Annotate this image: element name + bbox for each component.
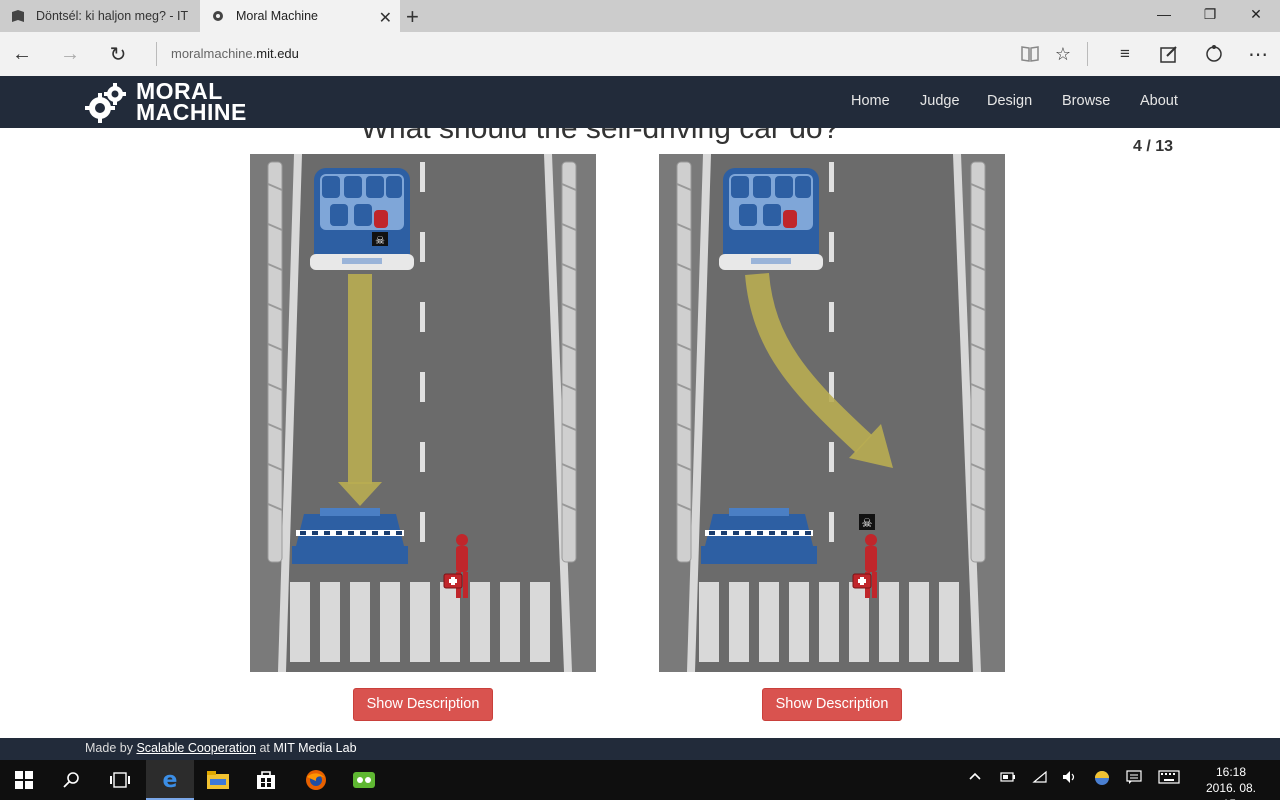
scenario-left[interactable]: ☠ bbox=[250, 154, 596, 672]
nav-design[interactable]: Design bbox=[987, 93, 1032, 109]
footer-text: Made by Scalable Cooperation at MIT Medi… bbox=[85, 741, 357, 755]
nav-about[interactable]: About bbox=[1140, 93, 1178, 109]
hub-icon[interactable]: ≡ bbox=[1113, 42, 1137, 66]
battery-icon[interactable] bbox=[1000, 770, 1016, 787]
scenario-right[interactable]: ☠ bbox=[659, 154, 1005, 672]
taskbar: e 16:18 2016. 08. 15. bbox=[0, 760, 1280, 811]
show-hidden-icons-icon[interactable] bbox=[968, 770, 982, 787]
divider bbox=[1087, 42, 1088, 66]
share-icon[interactable] bbox=[1202, 42, 1226, 66]
game-app-icon[interactable] bbox=[340, 760, 388, 800]
clock-date: 2016. 08. 15. bbox=[1205, 781, 1257, 811]
back-icon[interactable]: ← bbox=[10, 42, 34, 66]
book-icon bbox=[10, 8, 26, 24]
footer-made-by: Made by bbox=[85, 741, 133, 755]
firefox-icon[interactable] bbox=[292, 760, 340, 800]
keyboard-icon[interactable] bbox=[1158, 770, 1180, 787]
forward-icon[interactable]: → bbox=[58, 42, 82, 66]
system-clock[interactable]: 16:18 2016. 08. 15. bbox=[1196, 764, 1266, 812]
favorite-star-icon[interactable]: ☆ bbox=[1051, 42, 1075, 66]
tab-title: Döntsél: ki haljon meg? - IT bbox=[36, 9, 189, 23]
nav-browse[interactable]: Browse bbox=[1062, 93, 1110, 109]
task-view-icon[interactable] bbox=[96, 760, 144, 800]
store-icon[interactable] bbox=[242, 760, 290, 800]
footer-at: at bbox=[259, 741, 270, 755]
more-icon[interactable]: ⋯ bbox=[1246, 42, 1270, 66]
footer-lab-link[interactable]: MIT Media Lab bbox=[273, 741, 356, 755]
divider bbox=[156, 42, 157, 66]
action-center-icon[interactable] bbox=[1126, 770, 1142, 787]
svg-text:☠: ☠ bbox=[375, 234, 385, 247]
address-field[interactable]: moralmachine.mit.edu bbox=[171, 46, 299, 61]
edge-browser-icon[interactable]: e bbox=[146, 760, 194, 800]
nav-judge[interactable]: Judge bbox=[920, 93, 960, 109]
browser-tab-2[interactable]: Moral Machine ✕ bbox=[200, 0, 400, 32]
start-windows-icon[interactable] bbox=[0, 760, 48, 800]
clock-time: 16:18 bbox=[1215, 765, 1247, 779]
new-tab-icon[interactable]: + bbox=[406, 4, 419, 30]
svg-text:e: e bbox=[163, 768, 178, 790]
minimize-icon[interactable]: — bbox=[1141, 6, 1187, 22]
refresh-icon[interactable]: ↻ bbox=[106, 42, 130, 66]
browser-toolbar: ← → ↻ moralmachine.mit.edu ☆ ≡ ⋯ bbox=[0, 32, 1280, 76]
svg-text:☠: ☠ bbox=[862, 516, 873, 530]
reading-view-icon[interactable] bbox=[1018, 42, 1042, 66]
close-window-icon[interactable]: ✕ bbox=[1233, 6, 1279, 23]
show-description-left-button[interactable]: Show Description bbox=[353, 688, 493, 721]
restore-icon[interactable]: ❐ bbox=[1187, 6, 1233, 23]
file-explorer-icon[interactable] bbox=[194, 760, 242, 800]
close-tab-icon[interactable]: ✕ bbox=[379, 8, 392, 28]
browser-tab-1[interactable]: Döntsél: ki haljon meg? - IT bbox=[0, 0, 200, 32]
logo-line-2: MACHINE bbox=[136, 99, 247, 125]
site-footer: Made by Scalable Cooperation at MIT Medi… bbox=[0, 738, 1280, 760]
tab-title: Moral Machine bbox=[236, 9, 318, 23]
dilemma-counter: 4 / 13 bbox=[1133, 138, 1174, 155]
url-domain: mit.edu bbox=[256, 46, 299, 61]
site-logo[interactable]: MORAL MACHINE bbox=[84, 80, 247, 124]
search-icon[interactable] bbox=[48, 760, 96, 800]
wifi-icon[interactable] bbox=[1032, 770, 1048, 787]
site-header: MORAL MACHINE Home Judge Design Browse A… bbox=[0, 76, 1280, 128]
scenario-left-illustration: ☠ bbox=[250, 154, 596, 672]
gear-icon bbox=[210, 8, 226, 24]
scenario-right-illustration: ☠ bbox=[659, 154, 1005, 672]
footer-org-link[interactable]: Scalable Cooperation bbox=[136, 741, 256, 755]
gear-logo-icon bbox=[85, 83, 126, 123]
show-description-right-button[interactable]: Show Description bbox=[762, 688, 902, 721]
weather-app-icon[interactable] bbox=[1094, 770, 1110, 789]
volume-icon[interactable] bbox=[1062, 770, 1078, 787]
nav-home[interactable]: Home bbox=[851, 93, 890, 109]
url-prefix: moralmachine. bbox=[171, 46, 257, 61]
logo-text: MORAL MACHINE bbox=[136, 80, 247, 125]
web-note-icon[interactable] bbox=[1157, 42, 1181, 66]
browser-tab-bar: Döntsél: ki haljon meg? - IT Moral Machi… bbox=[0, 0, 1280, 32]
